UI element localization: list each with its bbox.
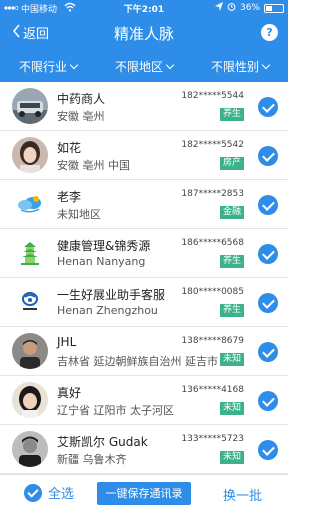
list-item[interactable]: 真好 辽宁省 辽阳市 太子河区 136*****4168 未知: [0, 376, 288, 425]
checkmark-icon[interactable]: [258, 342, 278, 362]
industry-badge: 未知: [219, 353, 244, 366]
select-all-label: 全选: [48, 487, 75, 502]
contact-phone: 182*****5542: [181, 140, 244, 150]
industry-badge: 金融: [219, 206, 244, 219]
girl-avatar: [12, 382, 48, 418]
contact-name: 如花: [57, 141, 82, 155]
industry-badge: 未知: [219, 402, 244, 415]
industry-badge: 养生: [219, 304, 244, 317]
contact-location: 未知地区: [57, 208, 101, 221]
list-item[interactable]: 健康管理&锦秀源 Henan Nanyang 186*****6568 养生: [0, 229, 288, 278]
checkmark-icon[interactable]: [258, 391, 278, 411]
filter-region[interactable]: 不限地区: [96, 50, 192, 82]
alarm-icon: [227, 2, 236, 14]
cloud-avatar: [12, 186, 48, 222]
checkmark-icon: [24, 483, 42, 502]
checkmark-icon[interactable]: [258, 97, 278, 117]
contact-phone: 182*****5544: [181, 91, 244, 101]
footer-bar: 全选 一键保存通讯录 换一批: [0, 474, 288, 512]
industry-badge: 房产: [219, 157, 244, 170]
list-item[interactable]: 老李 未知地区 187*****2853 金融: [0, 180, 288, 229]
contact-phone: 138*****8679: [181, 336, 244, 346]
checkmark-icon[interactable]: [258, 293, 278, 313]
contact-phone: 186*****6568: [181, 238, 244, 248]
filter-industry[interactable]: 不限行业: [0, 50, 96, 82]
chevron-down-icon: [261, 60, 271, 69]
woman-avatar: [12, 137, 48, 173]
location-icon: [214, 2, 223, 14]
contact-location: 辽宁省 辽阳市 太子河区: [57, 404, 174, 417]
battery-icon: [264, 3, 284, 13]
filter-label: 不限地区: [114, 59, 163, 74]
refresh-batch-button[interactable]: 换一批: [223, 485, 262, 504]
contact-name: 一生好展业助手客服: [57, 288, 166, 302]
contact-phone: 136*****4168: [181, 385, 244, 395]
contact-phone: 187*****2853: [181, 189, 244, 199]
checkmark-icon[interactable]: [258, 146, 278, 166]
chevron-down-icon: [165, 60, 175, 69]
contact-name: 老李: [57, 190, 82, 204]
bw-man-avatar: [12, 431, 48, 467]
contact-location: 新疆 乌鲁木齐: [57, 453, 127, 466]
save-contacts-button[interactable]: 一键保存通讯录: [97, 482, 191, 505]
list-item[interactable]: JHL 吉林省 延边朝鲜族自治州 延吉市 138*****8679 未知: [0, 327, 288, 376]
list-item[interactable]: 中药商人 安徽 亳州 182*****5544 养生: [0, 82, 288, 131]
chevron-down-icon: [69, 60, 79, 69]
pagoda-avatar: [12, 235, 48, 271]
industry-badge: 未知: [219, 451, 244, 464]
industry-badge: 养生: [219, 108, 244, 121]
checkmark-icon[interactable]: [258, 195, 278, 215]
contact-name: 健康管理&锦秀源: [57, 239, 151, 253]
nav-bar: 返回 精准人脉 ?: [0, 16, 288, 50]
status-bar: 中国移动 下午2:01 36%: [0, 0, 288, 16]
list-item[interactable]: 如花 安徽 亳州 中国 182*****5542 房产: [0, 131, 288, 180]
man-avatar: [12, 333, 48, 369]
contact-name: 真好: [57, 386, 82, 400]
contact-name: JHL: [57, 335, 77, 349]
filter-label: 不限性别: [210, 59, 259, 74]
filter-gender[interactable]: 不限性别: [192, 50, 288, 82]
contact-list: 中药商人 安徽 亳州 182*****5544 养生 如花 安徽 亳州 中国 1…: [0, 82, 288, 474]
battery-percent: 36%: [239, 3, 260, 13]
help-icon[interactable]: ?: [261, 24, 278, 41]
contact-location: 吉林省 延边朝鲜族自治州 延吉市: [57, 355, 218, 368]
logo-avatar: [12, 284, 48, 320]
select-all-button[interactable]: 全选: [24, 483, 74, 502]
list-item[interactable]: 一生好展业助手客服 Henan Zhengzhou 180*****0085 养…: [0, 278, 288, 327]
page-title: 精准人脉: [113, 25, 174, 43]
contact-location: 安徽 亳州: [57, 110, 105, 123]
checkmark-icon[interactable]: [258, 244, 278, 264]
contact-phone: 133*****5723: [181, 434, 244, 444]
contact-location: 安徽 亳州 中国: [57, 159, 130, 172]
contact-name: 艾斯凯尔 Gudak: [57, 435, 148, 449]
list-item[interactable]: 艾斯凯尔 Gudak 新疆 乌鲁木齐 133*****5723 未知: [0, 425, 288, 474]
filter-label: 不限行业: [18, 59, 67, 74]
car-avatar: [12, 88, 48, 124]
contact-phone: 180*****0085: [181, 287, 244, 297]
checkmark-icon[interactable]: [258, 440, 278, 460]
filter-bar: 不限行业 不限地区 不限性别: [0, 50, 288, 82]
industry-badge: 养生: [219, 255, 244, 268]
contact-location: Henan Zhengzhou: [57, 304, 158, 317]
contact-name: 中药商人: [57, 92, 106, 106]
contact-location: Henan Nanyang: [57, 255, 146, 268]
